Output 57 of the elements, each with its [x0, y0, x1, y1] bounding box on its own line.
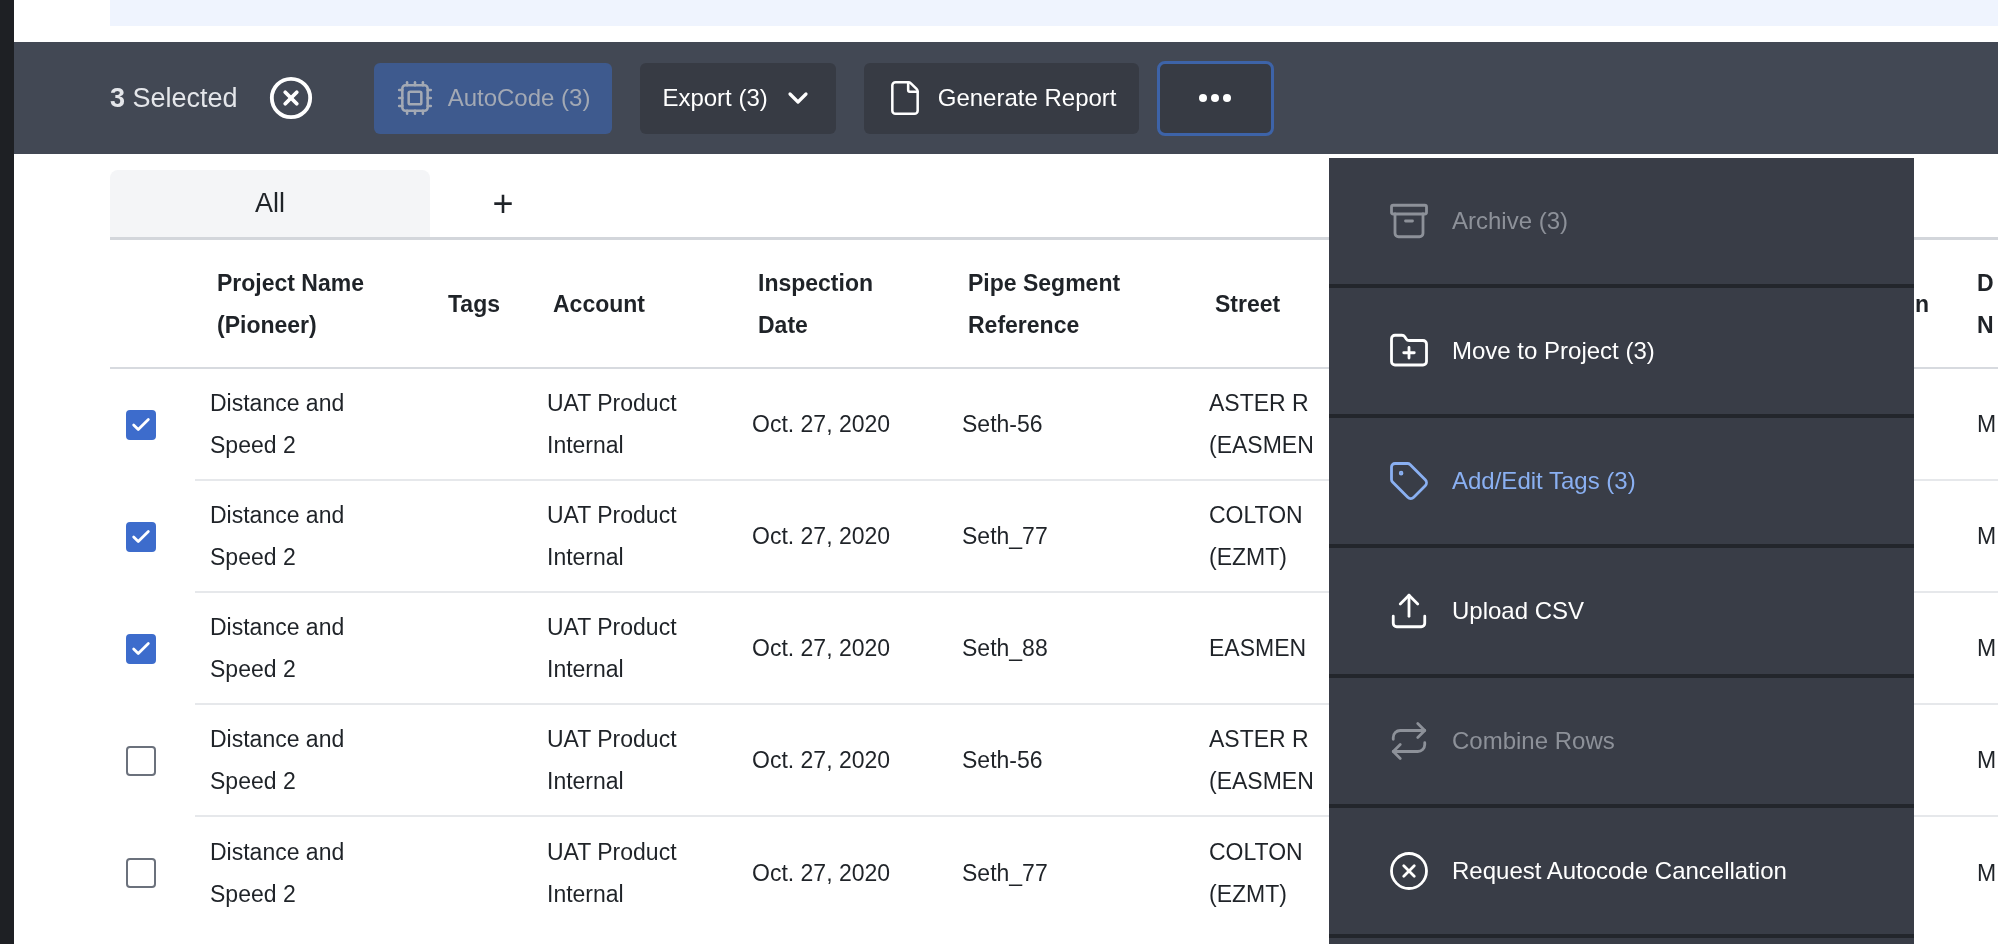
table-cell-text: M	[1977, 859, 1997, 888]
table-cell-text: Oct. 27, 2020	[752, 634, 891, 663]
table-cell-text: M	[1977, 634, 1997, 663]
table-cell-text: Oct. 27, 2020	[752, 410, 891, 439]
table-cell-text: COLTON (EZMT)	[1209, 838, 1304, 909]
column-header: Project Name (Pioneer)	[217, 268, 365, 340]
table-cell-text: M	[1977, 410, 1997, 439]
table-cell-text: M	[1977, 522, 1997, 551]
menu-item[interactable]: Upload CSV	[1329, 548, 1914, 678]
table-cell-text: Distance and Speed 2	[210, 389, 346, 460]
table-cell-text: Distance and Speed 2	[210, 613, 346, 684]
column-header: Pipe Segment Reference	[968, 268, 1122, 340]
menu-item[interactable]: Add/Edit Tags (3)	[1329, 418, 1914, 548]
export-dropdown-button[interactable]: Export (3)	[640, 62, 836, 134]
table-cell-text: Oct. 27, 2020	[752, 859, 891, 888]
column-header: n	[1914, 289, 1929, 319]
table-cell-text: Seth_88	[962, 634, 1048, 663]
table-cell-text: Distance and Speed 2	[210, 501, 346, 572]
tab[interactable]: All	[110, 170, 430, 237]
more-dots-icon	[1199, 94, 1232, 102]
row-checkbox[interactable]	[126, 522, 156, 552]
menu-item[interactable]: Request Autocode Cancellation	[1329, 808, 1914, 938]
table-cell-text: ASTER R (EASMEN	[1209, 389, 1315, 460]
menu-item[interactable]: Move to Project (3)	[1329, 288, 1914, 418]
column-header: D N	[1977, 268, 1993, 340]
table-cell-text: Distance and Speed 2	[210, 838, 346, 909]
table-cell-text: UAT Product Internal	[547, 613, 678, 684]
table-cell-text: EASMEN	[1209, 634, 1307, 663]
tag-icon	[1388, 460, 1430, 502]
chip-icon	[395, 79, 434, 117]
table-cell-text: Seth_77	[962, 859, 1048, 888]
table-cell-text: Oct. 27, 2020	[752, 746, 891, 775]
column-header: Tags	[448, 289, 500, 319]
column-header: Account	[553, 289, 645, 319]
table-cell-text: M	[1977, 746, 1997, 775]
column-header: Inspection Date	[758, 268, 874, 340]
column-header: Street	[1215, 289, 1281, 319]
selection-count: 3 Selected	[110, 81, 238, 115]
row-checkbox[interactable]	[126, 410, 156, 440]
row-checkbox[interactable]	[126, 858, 156, 888]
table-cell-text: Oct. 27, 2020	[752, 522, 891, 551]
row-checkbox[interactable]	[126, 634, 156, 664]
table-cell-text: COLTON (EZMT)	[1209, 501, 1304, 572]
row-checkbox[interactable]	[126, 746, 156, 776]
table-cell-text: UAT Product Internal	[547, 838, 678, 909]
table-cell-text: UAT Product Internal	[547, 389, 678, 460]
table-cell-text: ASTER R (EASMEN	[1209, 725, 1315, 796]
circle-x-icon	[1388, 850, 1430, 892]
table-cell-text: UAT Product Internal	[547, 501, 678, 572]
table-cell-text: Seth_77	[962, 522, 1048, 551]
clear-selection-button[interactable]	[267, 75, 314, 121]
table-cell-text: Seth-56	[962, 746, 1043, 775]
generate-report-button[interactable]: Generate Report	[863, 62, 1139, 134]
table-cell-text: Seth-56	[962, 410, 1043, 439]
add-tab-button[interactable]: +	[480, 170, 526, 237]
table-cell-text: UAT Product Internal	[547, 725, 678, 796]
table-cell-text: Distance and Speed 2	[210, 725, 346, 796]
